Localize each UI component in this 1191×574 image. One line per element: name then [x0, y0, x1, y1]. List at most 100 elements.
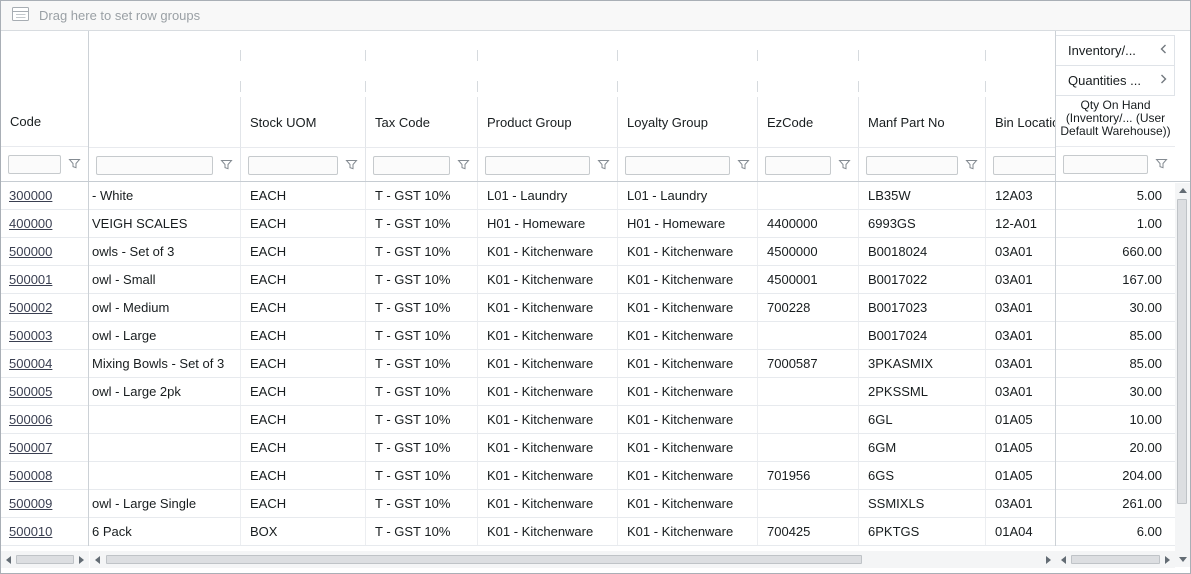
table-row[interactable]: 500008	[1, 462, 88, 490]
filter-funnel-icon[interactable]	[68, 158, 81, 170]
row-group-panel[interactable]: Drag here to set row groups	[1, 1, 1190, 31]
table-row[interactable]: 500003	[1, 322, 88, 350]
table-row[interactable]: 261.00	[1056, 490, 1175, 518]
table-row[interactable]: 660.00	[1056, 238, 1175, 266]
table-row[interactable]: 500009	[1, 490, 88, 518]
table-row[interactable]: 6.00	[1056, 518, 1175, 546]
horizontal-scroll-thumb[interactable]	[16, 555, 74, 564]
table-row[interactable]: 400000	[1, 210, 88, 238]
column-header-manf_part_no[interactable]: Manf Part No	[859, 97, 986, 148]
product_group-filter-input[interactable]	[485, 156, 590, 175]
column-header-code[interactable]: Code	[1, 97, 88, 148]
table-row[interactable]: 1.00	[1056, 210, 1175, 238]
horizontal-scroll-thumb[interactable]	[1071, 555, 1160, 564]
table-row[interactable]: 500002	[1, 294, 88, 322]
filter-funnel-icon[interactable]	[1155, 158, 1168, 170]
table-row[interactable]: owls - Set of 3EACHT - GST 10%K01 - Kitc…	[89, 238, 1055, 266]
column-header-tax_code[interactable]: Tax Code	[366, 97, 478, 148]
code-link[interactable]: 400000	[9, 216, 52, 231]
table-row[interactable]: 20.00	[1056, 434, 1175, 462]
code-link[interactable]: 500001	[9, 272, 52, 287]
filter-funnel-icon[interactable]	[597, 159, 610, 171]
column-header-description[interactable]	[89, 97, 241, 148]
scroll-down-arrow[interactable]	[1175, 552, 1190, 567]
filter-funnel-icon[interactable]	[220, 159, 233, 171]
table-row[interactable]: owl - Large 2pkEACHT - GST 10%K01 - Kitc…	[89, 378, 1055, 406]
scroll-left-arrow[interactable]	[1, 551, 16, 568]
center-horizontal-scrollbar[interactable]	[90, 551, 1056, 568]
column-header-product_group[interactable]: Product Group	[478, 97, 618, 148]
filter-funnel-icon[interactable]	[838, 159, 851, 171]
code-link[interactable]: 500002	[9, 300, 52, 315]
scroll-right-arrow[interactable]	[1041, 551, 1056, 568]
code-link[interactable]: 500009	[9, 496, 52, 511]
header-group-quantities[interactable]: Quantities ...	[1056, 65, 1175, 96]
column-header-ezcode[interactable]: EzCode	[758, 97, 859, 148]
description-filter-input[interactable]	[96, 156, 213, 175]
pinned-right-horizontal-scrollbar[interactable]	[1056, 551, 1175, 568]
table-row[interactable]: 5.00	[1056, 182, 1175, 210]
scroll-track[interactable]	[1071, 551, 1160, 568]
bin_location-filter-input[interactable]	[993, 156, 1055, 175]
code-link[interactable]: 500003	[9, 328, 52, 343]
scroll-track[interactable]	[105, 551, 1041, 568]
table-row[interactable]: VEIGH SCALESEACHT - GST 10%H01 - Homewar…	[89, 210, 1055, 238]
scroll-track[interactable]	[16, 551, 74, 568]
table-row[interactable]: EACHT - GST 10%K01 - KitchenwareK01 - Ki…	[89, 406, 1055, 434]
table-row[interactable]: 30.00	[1056, 294, 1175, 322]
manf_part_no-filter-input[interactable]	[866, 156, 958, 175]
chevron-right-icon[interactable]	[1159, 73, 1168, 88]
pinned-left-horizontal-scrollbar[interactable]	[1, 551, 89, 568]
tax_code-filter-input[interactable]	[373, 156, 450, 175]
table-row[interactable]: 6 PackBOXT - GST 10%K01 - KitchenwareK01…	[89, 518, 1055, 546]
table-row[interactable]: 167.00	[1056, 266, 1175, 294]
table-row[interactable]: 204.00	[1056, 462, 1175, 490]
scroll-left-arrow[interactable]	[1056, 551, 1071, 568]
chevron-left-icon[interactable]	[1159, 43, 1168, 58]
table-row[interactable]: 500006	[1, 406, 88, 434]
code-link[interactable]: 500008	[9, 468, 52, 483]
table-row[interactable]: 85.00	[1056, 350, 1175, 378]
stock_uom-filter-input[interactable]	[248, 156, 338, 175]
code-link[interactable]: 500007	[9, 440, 52, 455]
loyalty_group-filter-input[interactable]	[625, 156, 730, 175]
qty-on-hand-filter-input[interactable]	[1063, 155, 1148, 174]
column-header-stock_uom[interactable]: Stock UOM	[241, 97, 366, 148]
column-header-qty-on-hand[interactable]: Qty On Hand (Inventory/... (User Default…	[1056, 97, 1175, 148]
code-link[interactable]: 500006	[9, 412, 52, 427]
code-filter-input[interactable]	[8, 155, 61, 174]
scroll-left-arrow[interactable]	[90, 551, 105, 568]
table-row[interactable]: EACHT - GST 10%K01 - KitchenwareK01 - Ki…	[89, 434, 1055, 462]
code-link[interactable]: 500005	[9, 384, 52, 399]
code-link[interactable]: 500004	[9, 356, 52, 371]
table-row[interactable]: 500001	[1, 266, 88, 294]
filter-funnel-icon[interactable]	[457, 159, 470, 171]
table-row[interactable]: 500007	[1, 434, 88, 462]
table-row[interactable]: owl - MediumEACHT - GST 10%K01 - Kitchen…	[89, 294, 1055, 322]
table-row[interactable]: owl - Large SingleEACHT - GST 10%K01 - K…	[89, 490, 1055, 518]
column-header-bin_location[interactable]: Bin Location	[986, 97, 1055, 148]
table-row[interactable]: Mixing Bowls - Set of 3EACHT - GST 10%K0…	[89, 350, 1055, 378]
table-row[interactable]: - WhiteEACHT - GST 10%L01 - LaundryL01 -…	[89, 182, 1055, 210]
filter-funnel-icon[interactable]	[345, 159, 358, 171]
scroll-right-arrow[interactable]	[1160, 551, 1175, 568]
table-row[interactable]: 500004	[1, 350, 88, 378]
table-row[interactable]: 30.00	[1056, 378, 1175, 406]
table-row[interactable]: owl - SmallEACHT - GST 10%K01 - Kitchenw…	[89, 266, 1055, 294]
table-row[interactable]: 500005	[1, 378, 88, 406]
table-row[interactable]: 300000	[1, 182, 88, 210]
table-row[interactable]: 500010	[1, 518, 88, 546]
code-link[interactable]: 300000	[9, 188, 52, 203]
table-row[interactable]: 10.00	[1056, 406, 1175, 434]
scroll-right-arrow[interactable]	[74, 551, 89, 568]
column-header-loyalty_group[interactable]: Loyalty Group	[618, 97, 758, 148]
scroll-up-arrow[interactable]	[1175, 183, 1190, 198]
vertical-scrollbar[interactable]	[1175, 183, 1190, 567]
filter-funnel-icon[interactable]	[965, 159, 978, 171]
table-row[interactable]: EACHT - GST 10%K01 - KitchenwareK01 - Ki…	[89, 462, 1055, 490]
table-row[interactable]: 500000	[1, 238, 88, 266]
ezcode-filter-input[interactable]	[765, 156, 831, 175]
code-link[interactable]: 500000	[9, 244, 52, 259]
header-group-inventory[interactable]: Inventory/...	[1056, 35, 1175, 66]
horizontal-scroll-thumb[interactable]	[106, 555, 862, 564]
